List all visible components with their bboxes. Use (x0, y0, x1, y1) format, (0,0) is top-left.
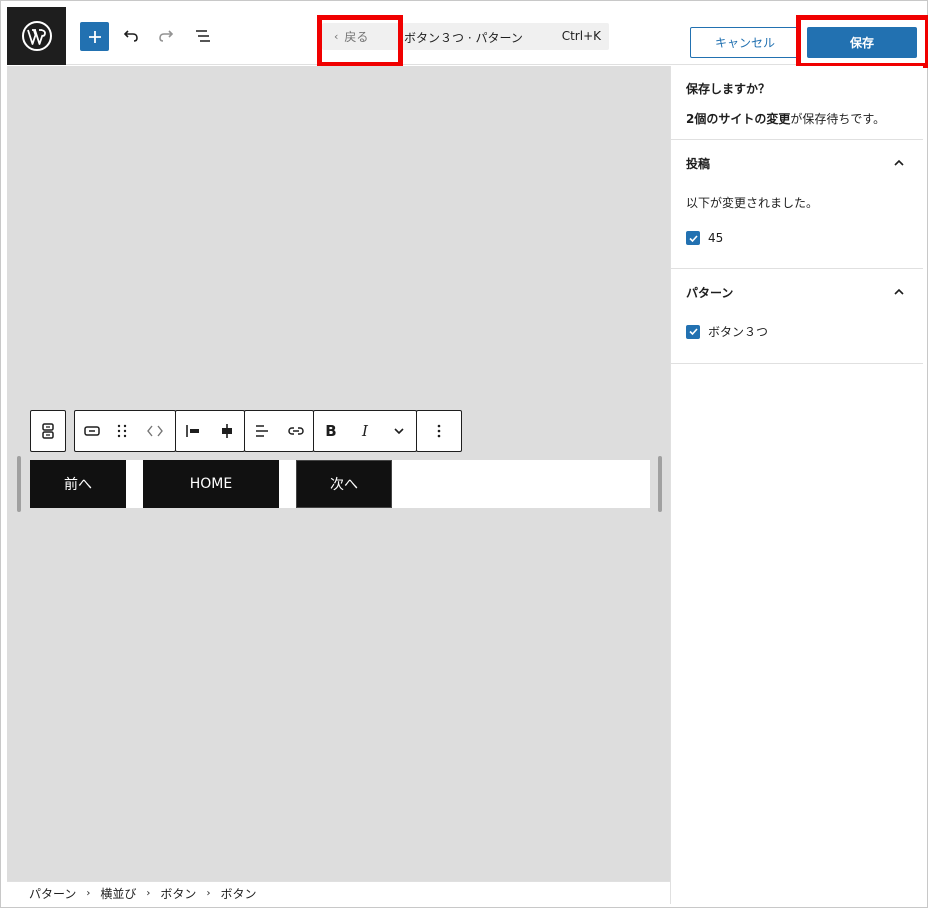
link-icon (288, 427, 304, 435)
editor-canvas[interactable]: B I 前へ HOME 次へ (7, 66, 670, 881)
back-highlight-box (317, 15, 403, 67)
options-button[interactable] (417, 411, 461, 451)
chevron-up-icon (894, 288, 904, 295)
redo-button[interactable] (154, 24, 178, 48)
justify-left-icon (186, 425, 199, 437)
check-icon (688, 234, 698, 242)
move-left-right-button[interactable] (135, 411, 175, 451)
posts-panel: 投稿 以下が変更されました。 45 (671, 140, 923, 269)
toolbar-group-format: B I (313, 410, 417, 452)
resize-handle-left[interactable] (17, 456, 21, 512)
posts-panel-toggle[interactable]: 投稿 (686, 140, 907, 186)
drag-handle[interactable] (109, 411, 135, 451)
breadcrumb-separator-icon: › (146, 887, 151, 899)
save-panel-description: 2個のサイトの変更が保存待ちです。 (686, 110, 907, 127)
patterns-panel: パターン ボタン３つ (671, 269, 923, 364)
redo-icon (159, 30, 174, 42)
toolbar-group-parent (30, 410, 66, 452)
save-highlight-box (796, 15, 928, 68)
cancel-button[interactable]: キャンセル (690, 27, 800, 58)
breadcrumb-item[interactable]: 横並び (100, 885, 136, 902)
more-vertical-icon (437, 424, 441, 438)
pattern-checkbox[interactable] (686, 324, 700, 339)
vertical-align-button[interactable] (210, 411, 244, 451)
align-center-icon (222, 424, 232, 438)
prev-button[interactable]: 前へ (30, 460, 126, 508)
list-view-icon (196, 30, 210, 42)
breadcrumb-item[interactable]: ボタン (160, 885, 196, 902)
posts-panel-note: 以下が変更されました。 (686, 196, 819, 210)
save-panel-header: 保存しますか？ 2個のサイトの変更が保存待ちです。 (671, 66, 923, 140)
shortcut-hint: Ctrl+K (561, 29, 601, 43)
block-breadcrumb: パターン › 横並び › ボタン › ボタン (7, 881, 670, 904)
editor-header: ‹ 戻る ボタン３つ · パターン Ctrl+K キャンセル 保存 (7, 7, 928, 68)
save-panel-sidebar: 保存しますか？ 2個のサイトの変更が保存待ちです。 投稿 以下が変更されました。… (670, 66, 923, 904)
buttons-block[interactable]: 前へ HOME 次へ (17, 456, 662, 512)
post-checkbox-label: 45 (708, 231, 724, 245)
select-parent-button[interactable] (31, 411, 65, 451)
posts-panel-heading: 投稿 (686, 156, 711, 171)
chevron-down-icon (394, 428, 404, 435)
post-checkbox[interactable] (686, 231, 700, 245)
bold-button[interactable]: B (314, 411, 348, 451)
chevron-left-right-icon (147, 425, 163, 437)
pending-count: 2個のサイトの変更 (686, 112, 791, 126)
block-toolbar: B I (30, 410, 462, 452)
more-formats-button[interactable] (382, 411, 416, 451)
post-checkbox-row[interactable]: 45 (686, 231, 907, 268)
add-block-button[interactable] (80, 22, 109, 51)
buttons-container: 前へ HOME 次へ (30, 460, 650, 508)
breadcrumb-item[interactable]: パターン (29, 885, 76, 902)
text-align-button[interactable] (245, 411, 279, 451)
align-left-icon (256, 425, 268, 437)
home-button[interactable]: HOME (143, 460, 279, 508)
pattern-checkbox-label: ボタン３つ (708, 325, 769, 339)
toolbar-group-options (416, 410, 462, 452)
drag-handle-icon (117, 424, 127, 438)
buttons-block-icon (42, 423, 54, 439)
italic-button[interactable]: I (348, 411, 382, 451)
justify-button[interactable] (176, 411, 210, 451)
toolbar-group-align (175, 410, 245, 452)
document-title: ボタン３つ · パターン (404, 31, 523, 45)
patterns-panel-heading: パターン (686, 285, 734, 300)
plus-icon (88, 30, 101, 43)
undo-icon (123, 30, 138, 42)
chevron-up-icon (894, 159, 904, 166)
list-view-button[interactable] (191, 24, 215, 48)
save-panel-title: 保存しますか？ (686, 82, 771, 96)
check-icon (688, 328, 698, 336)
app-window: ‹ 戻る ボタン３つ · パターン Ctrl+K キャンセル 保存 B I 前へ… (0, 0, 928, 908)
toolbar-group-block (74, 410, 176, 452)
button-block-button[interactable] (75, 411, 109, 451)
button-block-icon (84, 426, 100, 436)
undo-button[interactable] (119, 24, 143, 48)
next-button[interactable]: 次へ (296, 460, 392, 508)
resize-handle-right[interactable] (658, 456, 662, 512)
breadcrumb-separator-icon: › (86, 887, 91, 899)
wordpress-logo-icon[interactable] (7, 7, 66, 65)
toolbar-group-text-align (244, 410, 314, 452)
breadcrumb-separator-icon: › (206, 887, 211, 899)
link-button[interactable] (279, 411, 313, 451)
pending-text: が保存待ちです。 (790, 112, 886, 126)
patterns-panel-toggle[interactable]: パターン (686, 269, 907, 315)
breadcrumb-item: ボタン (220, 886, 257, 901)
pattern-checkbox-row[interactable]: ボタン３つ (686, 323, 907, 363)
